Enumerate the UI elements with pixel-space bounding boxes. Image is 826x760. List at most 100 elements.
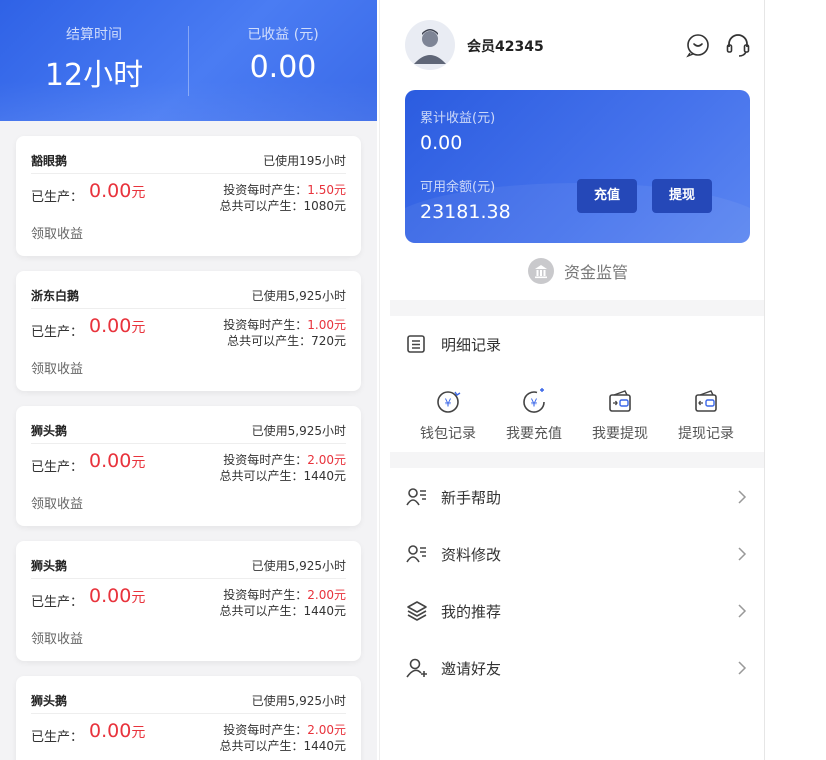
hourly-rate: 2.00元 <box>307 723 346 737</box>
produced-label: 已生产： <box>31 460 84 475</box>
card-header: 狮头鹅 已使用5,925小时 <box>31 557 346 579</box>
hourly-rate: 1.00元 <box>307 318 346 332</box>
product-card: 狮头鹅 已使用5,925小时 已生产： 0.00元 投资每时产生：2.00元 总… <box>16 676 361 760</box>
produced-value: 0.00元 <box>89 720 146 742</box>
earned-label: 已收益 (元) <box>247 27 319 43</box>
shortcut-label: 钱包记录 <box>420 426 476 442</box>
withdraw-icon <box>609 390 631 412</box>
product-card: 狮头鹅 已使用5,925小时 已生产： 0.00元 投资每时产生：2.00元 总… <box>16 406 361 526</box>
svg-text:¥: ¥ <box>445 397 452 410</box>
message-icon[interactable] <box>685 32 711 58</box>
user-card-icon <box>406 488 426 506</box>
menu-item-label: 资料修改 <box>441 545 502 564</box>
menu-item-label: 邀请好友 <box>441 659 502 678</box>
bank-icon <box>528 258 554 284</box>
product-card: 豁眼鹅 已使用195小时 已生产： 0.00元 投资每时产生：1.50元 总共可… <box>16 136 361 256</box>
chevron-right-icon <box>738 661 747 675</box>
settle-time-label: 结算时间 <box>66 27 122 43</box>
svg-text:¥: ¥ <box>531 397 538 410</box>
claim-income-button[interactable]: 领取收益 <box>31 628 83 647</box>
profile-panel: 会员42345 累计收益(元) 0.00 可用余额(元) 23181.38 充值… <box>379 0 765 760</box>
rate-info: 投资每时产生：2.00元 总共可以产生：1440元 <box>219 588 346 618</box>
wallet-record-icon: ¥ <box>437 391 461 413</box>
produced-value: 0.00元 <box>89 315 146 337</box>
withdraw-record-icon <box>695 390 717 412</box>
claim-income-button[interactable]: 领取收益 <box>31 223 83 242</box>
menu-item-label: 我的推荐 <box>441 602 502 621</box>
used-hours: 已使用195小时 <box>263 154 346 168</box>
total-yield: 1440元 <box>303 469 346 483</box>
add-user-icon <box>406 658 427 678</box>
produced-label: 已生产： <box>31 190 84 205</box>
used-hours: 已使用5,925小时 <box>251 559 346 573</box>
card-header: 狮头鹅 已使用5,925小时 <box>31 422 346 444</box>
earned-stat: 已收益 (元) 0.00 <box>189 24 377 85</box>
withdraw-button[interactable]: 提现 <box>652 179 712 213</box>
total-yield: 1080元 <box>303 199 346 213</box>
menu-item-newbie-help[interactable]: 新手帮助 <box>405 477 750 517</box>
claim-income-button[interactable]: 领取收益 <box>31 358 83 377</box>
chevron-right-icon <box>738 604 747 618</box>
available-balance-label: 可用余额(元) <box>420 180 496 195</box>
menu-item-my-referrals[interactable]: 我的推荐 <box>405 591 750 631</box>
user-card-icon <box>406 545 426 563</box>
section-gap <box>390 452 764 468</box>
menu-item-invite-friends[interactable]: 邀请好友 <box>405 648 750 688</box>
used-hours: 已使用5,925小时 <box>251 289 346 303</box>
card-header: 狮头鹅 已使用5,925小时 <box>31 692 346 714</box>
product-name: 浙东白鹅 <box>31 289 80 303</box>
hourly-rate: 1.50元 <box>307 183 346 197</box>
product-name: 狮头鹅 <box>31 424 68 438</box>
available-balance-value: 23181.38 <box>420 201 511 223</box>
produced-label: 已生产： <box>31 595 84 610</box>
total-income-label: 累计收益(元) <box>420 111 496 126</box>
shortcut-recharge[interactable]: ¥ 我要充值 <box>494 387 574 443</box>
earned-value: 0.00 <box>249 50 317 85</box>
rate-info: 投资每时产生：1.00元 总共可以产生：720元 <box>223 318 346 348</box>
detail-records-title: 明细记录 <box>441 335 502 354</box>
produced-label: 已生产： <box>31 325 84 340</box>
shortcut-withdraw-record[interactable]: 提现记录 <box>666 387 746 443</box>
chevron-right-icon <box>738 547 747 561</box>
produced-label: 已生产： <box>31 730 84 745</box>
produced-value: 0.00元 <box>89 450 146 472</box>
recharge-button[interactable]: 充值 <box>577 179 637 213</box>
blank-margin <box>766 0 826 760</box>
product-card: 浙东白鹅 已使用5,925小时 已生产： 0.00元 投资每时产生：1.00元 … <box>16 271 361 391</box>
product-name: 豁眼鹅 <box>31 154 68 168</box>
total-yield: 1440元 <box>303 739 346 753</box>
shortcut-label: 我要提现 <box>592 426 648 442</box>
product-name: 狮头鹅 <box>31 694 68 708</box>
chevron-right-icon <box>738 490 747 504</box>
used-hours: 已使用5,925小时 <box>251 694 346 708</box>
user-avatar-icon <box>414 29 446 64</box>
fund-supervision[interactable]: 资金监管 <box>528 258 628 284</box>
detail-records-header: 明细记录 <box>405 333 501 355</box>
income-panel: 结算时间 12小时 已收益 (元) 0.00 豁眼鹅 已使用195小时 已生产：… <box>0 0 377 760</box>
total-income-value: 0.00 <box>420 132 463 154</box>
shortcut-withdraw[interactable]: 我要提现 <box>580 387 660 443</box>
layers-icon <box>407 601 427 621</box>
produced-value: 0.00元 <box>89 180 146 202</box>
avatar[interactable] <box>405 20 455 70</box>
total-yield: 1440元 <box>303 604 346 618</box>
produced-value: 0.00元 <box>89 585 146 607</box>
settle-time-stat: 结算时间 12小时 <box>0 24 188 94</box>
settle-time-value: 12小时 <box>44 58 144 93</box>
menu-item-profile-edit[interactable]: 资料修改 <box>405 534 750 574</box>
rate-info: 投资每时产生：1.50元 总共可以产生：1080元 <box>219 183 346 213</box>
customer-service-icon[interactable] <box>725 32 751 58</box>
username: 会员42345 <box>467 39 544 55</box>
section-gap <box>390 300 764 316</box>
document-list-icon <box>407 335 425 353</box>
total-yield: 720元 <box>311 334 346 348</box>
used-hours: 已使用5,925小时 <box>251 424 346 438</box>
rate-info: 投资每时产生：2.00元 总共可以产生：1440元 <box>219 453 346 483</box>
recharge-icon: ¥ <box>523 388 545 413</box>
claim-income-button[interactable]: 领取收益 <box>31 493 83 512</box>
product-name: 狮头鹅 <box>31 559 68 573</box>
shortcut-wallet-record[interactable]: ¥ 钱包记录 <box>408 387 488 443</box>
balance-card: 累计收益(元) 0.00 可用余额(元) 23181.38 充值 提现 <box>405 90 750 243</box>
rate-info: 投资每时产生：2.00元 总共可以产生：1440元 <box>219 723 346 753</box>
card-header: 浙东白鹅 已使用5,925小时 <box>31 287 346 309</box>
